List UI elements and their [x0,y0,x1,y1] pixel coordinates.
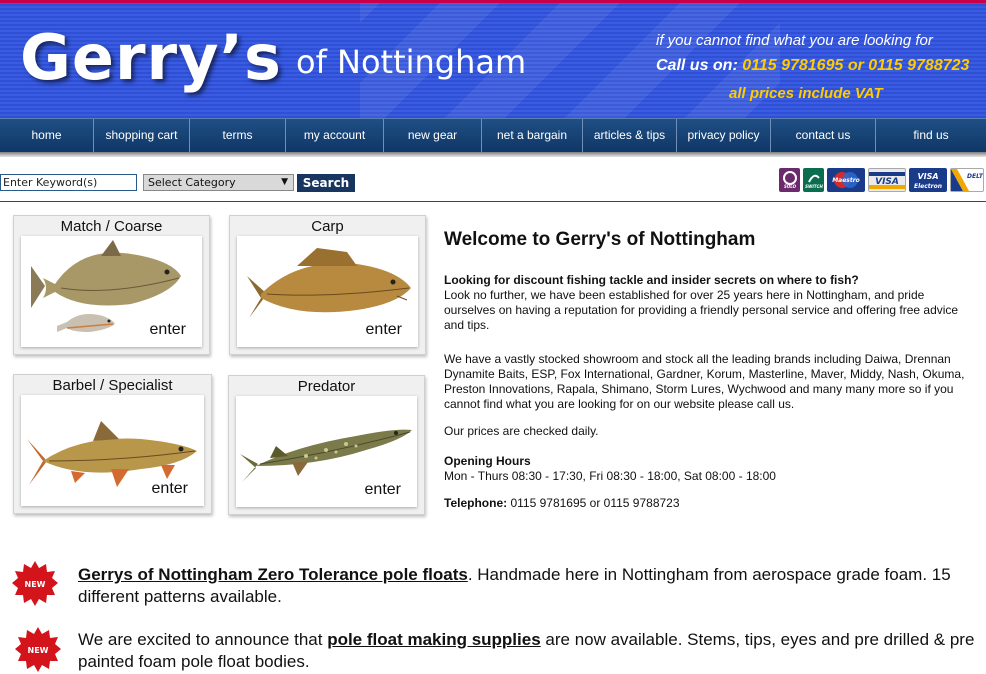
category-title: Barbel / Specialist [52,377,173,394]
telephone: Telephone: 0115 9781695 or 0115 9788723 [444,496,974,511]
category-image-frame: enter [237,236,418,347]
category-select[interactable]: Select Category ▼ [143,174,294,191]
category-match-coarse[interactable]: Match / Coarse enter [13,215,210,355]
svg-text:Electron: Electron [914,183,942,190]
svg-text:VISA: VISA [875,177,899,187]
site-logo[interactable]: Gerry’s [20,21,282,94]
category-title: Carp [311,218,344,235]
category-enter-link[interactable]: enter [366,321,402,339]
header-vat-note: all prices include VAT [729,85,883,102]
nav-privacy-policy[interactable]: privacy policy [677,119,771,153]
category-barbel-specialist[interactable]: Barbel / Specialist enter [13,374,212,514]
site-header: Gerry’s of Nottingham if you cannot find… [0,3,986,118]
delta-card-icon: DELT [950,168,984,192]
nav-shadow [0,152,986,157]
prices-paragraph: Our prices are checked daily. [444,424,599,438]
switch-card-icon: SWITCH [803,168,824,192]
category-title: Match / Coarse [60,218,163,235]
opening-hours-label: Opening Hours [444,454,531,468]
stock-paragraph: We have a vastly stocked showroom and st… [444,352,965,411]
search-divider [0,201,986,202]
category-image-frame: enter [21,236,202,347]
category-carp[interactable]: Carp enter [229,215,426,355]
page-title: Welcome to Gerry's of Nottingham [444,229,756,250]
category-image-frame: enter [21,395,204,506]
nav-contact-us[interactable]: contact us [771,119,876,153]
nav-articles-tips[interactable]: articles & tips [583,119,677,153]
category-enter-link[interactable]: enter [152,480,188,498]
category-select-value: Select Category [148,176,236,189]
category-predator[interactable]: Predator enter [228,375,425,515]
intro-paragraph: Looking for discount fishing tackle and … [444,273,974,333]
search-button[interactable]: Search [297,174,355,192]
opening-hours-text: Mon - Thurs 08:30 - 17:30, Fri 08:30 - 1… [444,469,776,483]
visa-electron-card-icon: VISA Electron [909,168,947,192]
svg-text:VISA: VISA [917,172,938,181]
solo-card-icon: SOLO [779,168,800,192]
nav-net-a-bargain[interactable]: net a bargain [482,119,583,153]
nav-terms[interactable]: terms [190,119,286,153]
news-item: Gerrys of Nottingham Zero Tolerance pole… [78,564,983,608]
keyword-search-input[interactable]: Enter Keyword(s) [0,174,137,191]
news-prefix: We are excited to announce that [78,630,328,649]
badge-label: NEW [28,646,49,655]
badge-label: NEW [25,580,46,589]
site-logo-subtitle: of Nottingham [296,43,527,81]
category-enter-link[interactable]: enter [150,321,186,339]
telephone-label: Telephone: [444,496,508,510]
header-phone: Call us on: 0115 9781695 or 0115 9788723 [656,57,969,75]
nav-shopping-cart[interactable]: shopping cart [94,119,190,153]
opening-hours: Opening Hours Mon - Thurs 08:30 - 17:30,… [444,454,974,484]
category-title: Predator [297,378,356,395]
pole-float-supplies-link[interactable]: pole float making supplies [327,630,540,649]
maestro-card-icon: Maestro [827,168,865,192]
news-item: We are excited to announce that pole flo… [78,629,983,673]
svg-text:SWITCH: SWITCH [805,184,823,189]
nav-home[interactable]: home [0,119,94,153]
telephone-number: 0115 9781695 or 0115 9788723 [507,496,680,510]
main-nav: home shopping cart terms my account new … [0,118,986,153]
zero-tolerance-floats-link[interactable]: Gerrys of Nottingham Zero Tolerance pole… [78,565,468,584]
header-call-label: Call us on: [656,57,738,74]
new-badge-icon: NEW [15,627,61,672]
svg-text:DELT: DELT [967,173,983,180]
nav-find-us[interactable]: find us [876,119,986,153]
dropdown-arrow-icon: ▼ [281,177,288,187]
new-badge-icon: NEW [12,561,58,606]
nav-my-account[interactable]: my account [286,119,384,153]
intro-text: Look no further, we have been establishe… [444,288,959,332]
category-enter-link[interactable]: enter [365,481,401,499]
header-phone-numbers: 0115 9781695 or 0115 9788723 [742,57,970,74]
intro-heading: Looking for discount fishing tackle and … [444,273,859,287]
svg-text:Maestro: Maestro [832,177,860,184]
payment-cards: SOLO SWITCH Maestro VISA VISA Electron DE… [779,168,984,192]
svg-text:SOLO: SOLO [783,184,796,189]
category-image-frame: enter [236,396,417,507]
header-help-text: if you cannot find what you are looking … [656,32,933,49]
visa-card-icon: VISA [868,168,906,192]
nav-new-gear[interactable]: new gear [384,119,482,153]
